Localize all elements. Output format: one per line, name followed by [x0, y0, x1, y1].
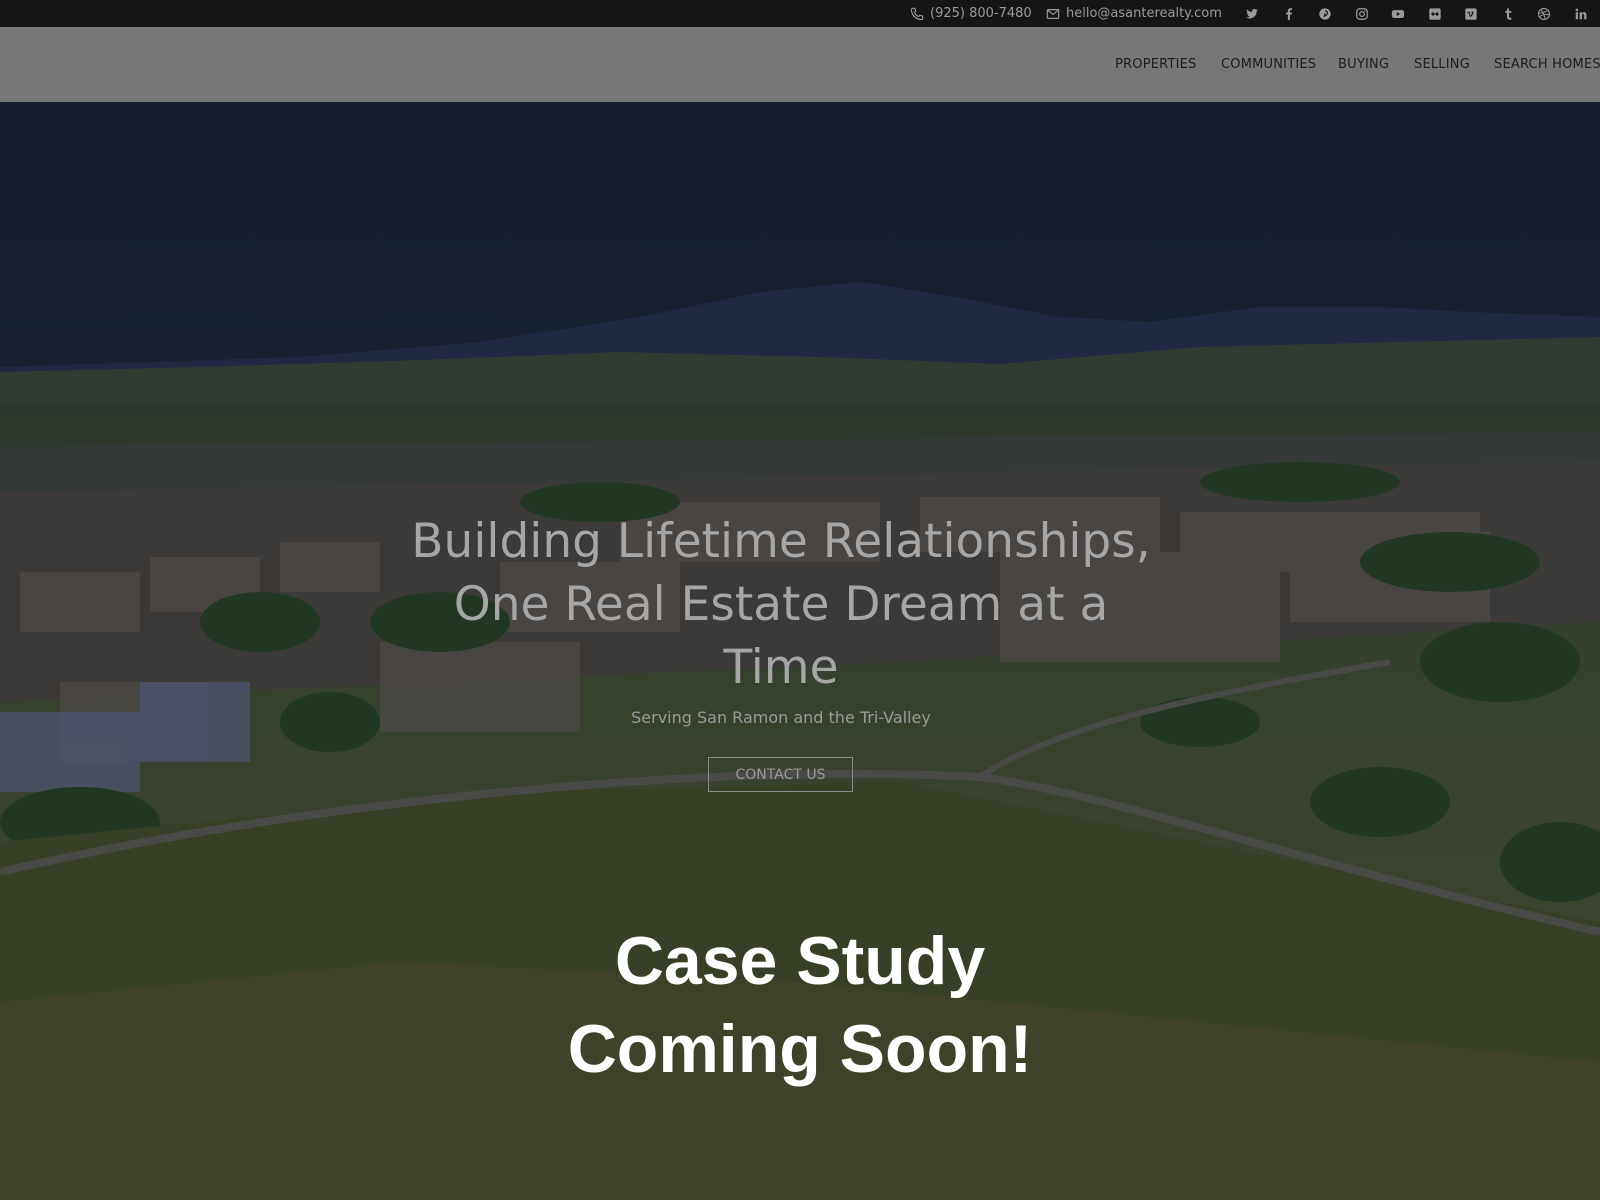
nav-buying[interactable]: BUYING	[1338, 27, 1389, 102]
nav-selling[interactable]: SELLING	[1414, 27, 1470, 102]
youtube-icon[interactable]	[1380, 0, 1417, 27]
hero-headline: Building Lifetime Relationships, One Rea…	[411, 514, 1151, 695]
case-study-coming-soon: Case Study Coming Soon!	[400, 917, 1200, 1093]
linkedin-icon[interactable]	[1563, 0, 1600, 27]
phone-text: (925) 800-7480	[930, 6, 1032, 21]
tumblr-icon[interactable]	[1490, 0, 1527, 27]
hero-subheadline: Serving San Ramon and the Tri-Valley	[631, 708, 931, 727]
envelope-icon	[1046, 7, 1060, 21]
nav-search-homes[interactable]: SEARCH HOMES	[1494, 27, 1600, 102]
nav-communities[interactable]: COMMUNITIES	[1221, 27, 1316, 102]
social-links	[1234, 0, 1599, 27]
email-link[interactable]: hello@asanterealty.com	[1046, 0, 1222, 27]
contact-us-button[interactable]: CONTACT US	[708, 757, 853, 792]
case-study-line: Case Study	[614, 923, 986, 999]
nav-properties[interactable]: PROPERTIES	[1115, 27, 1197, 102]
dribbble-icon[interactable]	[1526, 0, 1563, 27]
facebook-icon[interactable]	[1271, 0, 1308, 27]
email-text: hello@asanterealty.com	[1066, 6, 1222, 21]
top-bar: (925) 800-7480 hello@asanterealty.com	[0, 0, 1600, 27]
pinterest-icon[interactable]	[1307, 0, 1344, 27]
main-navigation: PROPERTIES COMMUNITIES BUYING SELLING SE…	[0, 27, 1600, 102]
phone-icon	[910, 7, 924, 21]
hero-section: Building Lifetime Relationships, One Rea…	[0, 102, 1600, 1200]
vimeo-icon[interactable]	[1453, 0, 1490, 27]
twitter-icon[interactable]	[1234, 0, 1271, 27]
phone-link[interactable]: (925) 800-7480	[910, 0, 1032, 27]
flickr-icon[interactable]	[1417, 0, 1454, 27]
instagram-icon[interactable]	[1344, 0, 1381, 27]
coming-soon-line: Coming Soon!	[567, 1011, 1033, 1087]
